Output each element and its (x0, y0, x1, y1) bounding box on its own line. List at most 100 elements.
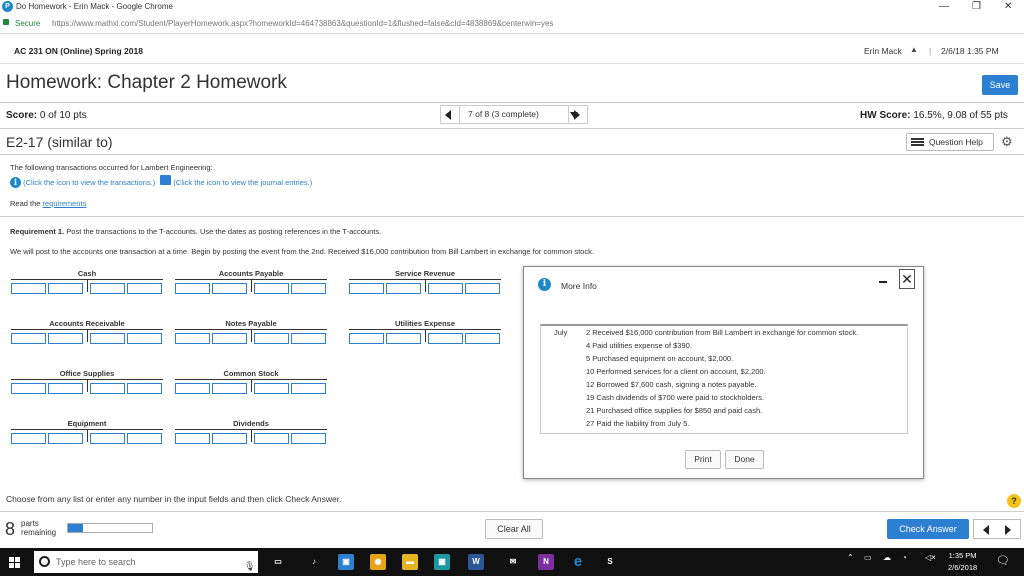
onenote-icon[interactable]: N (538, 554, 554, 570)
credit-amount-input[interactable] (291, 333, 326, 344)
debit-date-input[interactable] (349, 333, 384, 344)
debit-amount-input[interactable] (48, 433, 83, 444)
debit-date-input[interactable] (175, 433, 210, 444)
footer-instruction: Choose from any list or enter any number… (6, 494, 342, 504)
score-value: 0 of 10 pts (39, 110, 87, 121)
address-bar[interactable]: Secure https://www.mathxl.com/Student/Pl… (0, 14, 1024, 34)
t-account-divider (87, 329, 88, 342)
store-icon[interactable]: ▣ (338, 554, 354, 570)
system-clock[interactable]: 1:35 PM 2/6/2018 (948, 550, 977, 574)
mail-icon[interactable]: ✉ (505, 554, 521, 570)
print-button[interactable]: Print (685, 450, 721, 469)
prev-question-icon[interactable] (445, 110, 451, 120)
debit-amount-input[interactable] (212, 333, 247, 344)
volume-icon[interactable]: ◁× (925, 553, 936, 562)
debit-amount-input[interactable] (48, 333, 83, 344)
debit-date-input[interactable] (11, 333, 46, 344)
read-the-label: Read the (10, 199, 41, 208)
chrome-icon[interactable]: ◉ (370, 554, 386, 570)
calculator-icon[interactable]: ▦ (434, 554, 450, 570)
credit-amount-input[interactable] (127, 433, 162, 444)
hw-score-label: HW Score: (860, 110, 911, 121)
credit-date-input[interactable] (90, 433, 125, 444)
url-text[interactable]: https://www.mathxl.com/Student/PlayerHom… (52, 19, 553, 28)
help-icon[interactable]: ? (1007, 494, 1021, 508)
close-dialog-button[interactable]: ✕ (899, 269, 915, 289)
info-icon[interactable]: i (10, 177, 21, 188)
debit-amount-input[interactable] (386, 333, 421, 344)
credit-amount-input[interactable] (465, 283, 500, 294)
debit-amount-input[interactable] (212, 383, 247, 394)
question-help-button[interactable]: Question Help (906, 133, 994, 151)
credit-date-input[interactable] (428, 283, 463, 294)
credit-date-input[interactable] (254, 333, 289, 344)
cortana-icon (39, 556, 50, 567)
done-button[interactable]: Done (725, 450, 764, 469)
credit-date-input[interactable] (90, 383, 125, 394)
check-answer-button[interactable]: Check Answer (887, 519, 969, 539)
close-window-button[interactable]: ✕ (1004, 1, 1012, 12)
credit-date-input[interactable] (90, 283, 125, 294)
edge-icon[interactable]: e (570, 554, 586, 570)
journal-icon[interactable] (160, 175, 172, 185)
t-account-divider (251, 379, 252, 392)
debit-date-input[interactable] (175, 283, 210, 294)
windows-start-icon[interactable] (9, 557, 20, 568)
prev-part-icon[interactable] (983, 525, 989, 535)
journal-link[interactable]: (Click the icon to view the journal entr… (173, 178, 312, 187)
debit-amount-input[interactable] (48, 283, 83, 294)
debit-date-input[interactable] (175, 333, 210, 344)
skype-icon[interactable]: S (602, 554, 618, 570)
debit-date-input[interactable] (11, 383, 46, 394)
battery-icon[interactable]: ▭ (864, 553, 872, 562)
media-icon[interactable]: ♪ (306, 554, 322, 570)
debit-amount-input[interactable] (386, 283, 421, 294)
onedrive-icon[interactable]: ☁ (883, 553, 891, 562)
credit-date-input[interactable] (254, 433, 289, 444)
next-question-icon[interactable] (574, 110, 580, 120)
debit-date-input[interactable] (349, 283, 384, 294)
minimize-dialog-button[interactable] (879, 281, 887, 283)
question-help-label: Question Help (929, 137, 983, 147)
minimize-button[interactable]: — (939, 1, 949, 12)
question-selector[interactable]: 7 of 8 (3 complete) (459, 106, 578, 123)
debit-amount-input[interactable] (48, 383, 83, 394)
credit-date-input[interactable] (254, 283, 289, 294)
credit-date-input[interactable] (90, 333, 125, 344)
debit-date-input[interactable] (175, 383, 210, 394)
microphone-icon[interactable]: 🎙 (244, 555, 255, 576)
file-explorer-icon[interactable]: ▬ (402, 554, 418, 570)
t-account-title: Office Supplies (59, 369, 115, 378)
credit-date-input[interactable] (254, 383, 289, 394)
debit-date-input[interactable] (11, 433, 46, 444)
transaction-row: 2 Received $16,000 contribution from Bil… (586, 328, 859, 337)
next-part-icon[interactable] (1005, 525, 1011, 535)
notifications-icon[interactable]: 🗨 (996, 554, 1010, 567)
show-hidden-icons-icon[interactable]: ⌃ (847, 553, 854, 562)
credit-date-input[interactable] (428, 333, 463, 344)
gear-icon[interactable]: ⚙ (1001, 134, 1013, 150)
requirements-link[interactable]: requirements (43, 199, 87, 208)
word-icon[interactable]: W (468, 554, 484, 570)
maximize-button[interactable]: ❐ (972, 1, 981, 12)
task-view-icon[interactable]: ▭ (270, 554, 286, 570)
course-bar: AC 231 ON (Online) Spring 2018 Erin Mack… (0, 38, 1024, 64)
clear-all-button[interactable]: Clear All (485, 519, 543, 539)
credit-amount-input[interactable] (465, 333, 500, 344)
credit-amount-input[interactable] (291, 383, 326, 394)
user-name[interactable]: Erin Mack (864, 46, 902, 56)
credit-amount-input[interactable] (127, 333, 162, 344)
wifi-icon[interactable]: ◔ (902, 553, 907, 562)
credit-amount-input[interactable] (127, 283, 162, 294)
dialog-title: More Info (561, 281, 597, 291)
credit-amount-input[interactable] (291, 283, 326, 294)
debit-date-input[interactable] (11, 283, 46, 294)
debit-amount-input[interactable] (212, 433, 247, 444)
save-button[interactable]: Save (982, 75, 1018, 95)
debit-amount-input[interactable] (212, 283, 247, 294)
hw-score-value: 16.5%, 9.08 of 55 pts (913, 110, 1008, 121)
credit-amount-input[interactable] (291, 433, 326, 444)
taskbar-search[interactable]: Type here to search 🎙 (34, 551, 258, 573)
credit-amount-input[interactable] (127, 383, 162, 394)
transactions-link[interactable]: (Click the icon to view the transactions… (23, 178, 155, 187)
